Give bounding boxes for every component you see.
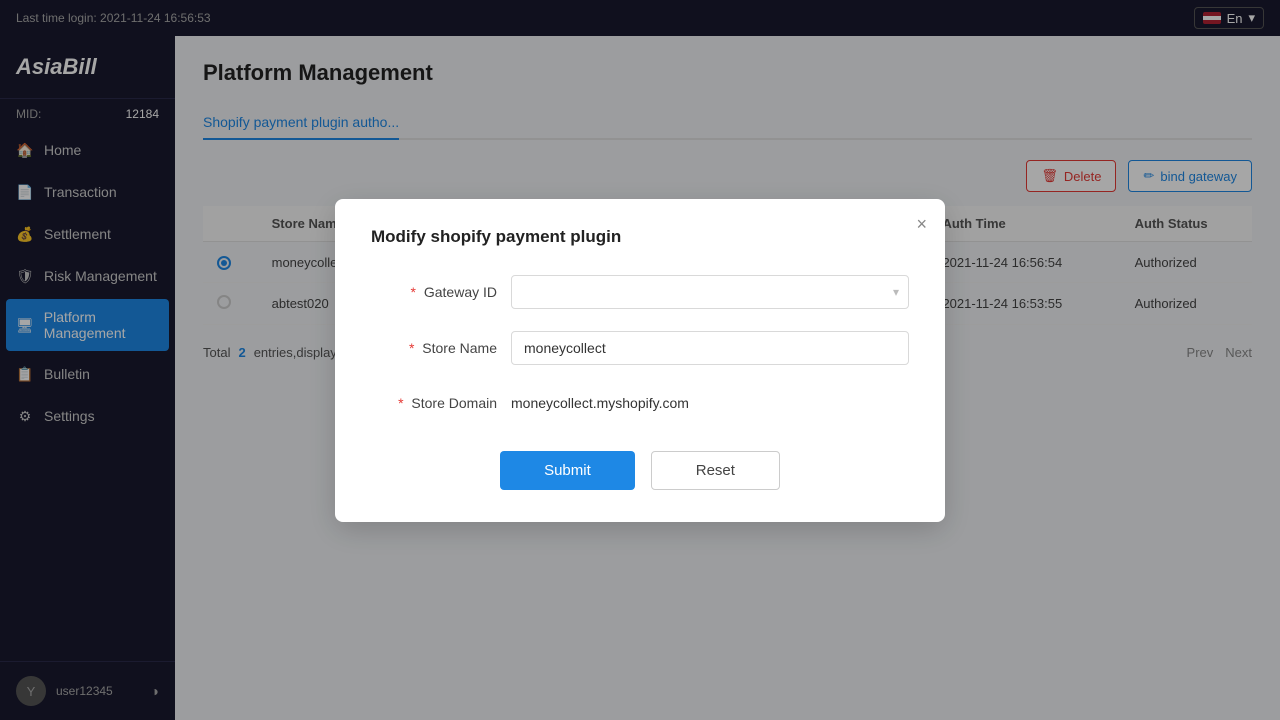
main-content: Platform Management Shopify payment plug…	[175, 36, 1280, 720]
store-domain-row: * Store Domain moneycollect.myshopify.co…	[371, 387, 909, 419]
store-name-row: * Store Name	[371, 331, 909, 365]
modal-actions: Submit Reset	[371, 451, 909, 490]
store-name-label: * Store Name	[371, 340, 511, 356]
modal: Modify shopify payment plugin × * Gatewa…	[335, 199, 945, 522]
gateway-id-row: * Gateway ID ▾	[371, 275, 909, 309]
store-domain-label: * Store Domain	[371, 395, 511, 411]
reset-button[interactable]: Reset	[651, 451, 780, 490]
main-layout: AsiaBill MID: 12184 🏠 Home 📄 Transaction…	[0, 36, 1280, 720]
gateway-id-select-wrap: ▾	[511, 275, 909, 309]
required-star: *	[398, 395, 403, 411]
modal-title: Modify shopify payment plugin	[371, 227, 909, 247]
required-star: *	[409, 340, 414, 356]
store-name-input[interactable]	[511, 331, 909, 365]
modal-close-button[interactable]: ×	[916, 215, 927, 233]
submit-button[interactable]: Submit	[500, 451, 635, 490]
required-star: *	[411, 284, 416, 300]
modal-overlay: Modify shopify payment plugin × * Gatewa…	[175, 36, 1280, 720]
gateway-id-label: * Gateway ID	[371, 284, 511, 300]
store-domain-value: moneycollect.myshopify.com	[511, 387, 689, 419]
gateway-id-select[interactable]	[511, 275, 909, 309]
